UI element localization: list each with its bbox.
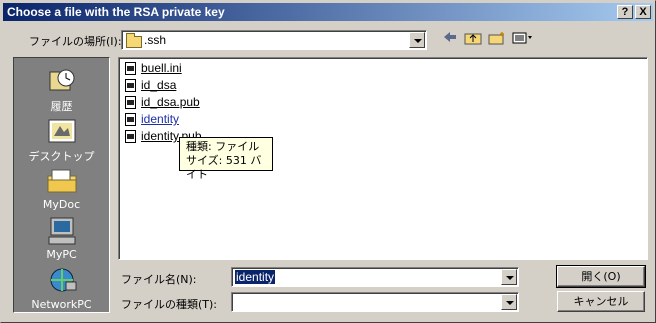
filename-dropdown-button[interactable] [501, 269, 517, 285]
tooltip-size: サイズ: 531 バイト [186, 154, 262, 181]
file-dialog: Choose a file with the RSA private key ?… [0, 0, 656, 323]
lookin-combobox[interactable]: .ssh [121, 30, 427, 50]
cancel-button[interactable]: キャンセル [557, 291, 645, 312]
file-info-tooltip: 種類: ファイル サイズ: 531 バイト [179, 137, 273, 181]
network-icon [46, 266, 78, 296]
window-title: Choose a file with the RSA private key [7, 5, 225, 19]
tooltip-type: 種類: ファイル [186, 140, 260, 153]
places-bar: 履歴 デスクトップ MyDoc MyPC NetworkPC [13, 57, 110, 313]
place-label: デスクトップ [28, 150, 95, 163]
filename-value: identity [235, 270, 276, 284]
place-network[interactable]: NetworkPC [14, 266, 109, 311]
file-name: id_dsa [141, 78, 177, 92]
file-name: identity [141, 112, 180, 126]
place-desktop[interactable]: デスクトップ [14, 116, 109, 164]
filetype-dropdown-button[interactable] [501, 294, 517, 310]
file-name: id_dsa.pub [141, 95, 200, 109]
place-label: MyDoc [42, 198, 81, 211]
place-mypc[interactable]: MyPC [14, 216, 109, 261]
folder-icon [126, 33, 142, 48]
view-menu-icon[interactable] [511, 31, 535, 47]
filename-label: ファイル名(N): [121, 273, 197, 286]
lookin-dropdown-button[interactable] [409, 32, 425, 48]
file-icon [125, 96, 136, 109]
file-icon [125, 130, 136, 143]
file-name: buell.ini [141, 61, 182, 75]
file-icon [125, 113, 136, 126]
history-icon [46, 66, 78, 96]
new-folder-icon[interactable] [487, 31, 507, 47]
open-button[interactable]: 開く(O) [556, 265, 646, 288]
up-folder-icon[interactable] [463, 31, 483, 47]
filename-input[interactable]: identity [231, 267, 519, 287]
file-icon [125, 79, 136, 92]
help-button[interactable]: ? [617, 5, 633, 19]
close-button[interactable]: X [635, 5, 651, 19]
place-label: 履歴 [50, 100, 73, 113]
desktop-icon [46, 116, 78, 146]
filetype-label: ファイルの種類(T): [121, 298, 218, 311]
file-icon [125, 62, 136, 75]
place-history[interactable]: 履歴 [14, 66, 109, 114]
place-mydoc[interactable]: MyDoc [14, 166, 109, 211]
title-bar[interactable]: Choose a file with the RSA private key ?… [3, 3, 653, 21]
my-computer-icon [46, 216, 78, 246]
back-arrow-icon[interactable] [441, 31, 459, 47]
my-documents-icon [46, 166, 78, 196]
lookin-value: .ssh [144, 33, 167, 47]
lookin-label: ファイルの場所(I): [29, 35, 122, 48]
place-label: MyPC [46, 248, 77, 261]
place-label: NetworkPC [31, 298, 92, 311]
filetype-select[interactable] [231, 292, 519, 312]
